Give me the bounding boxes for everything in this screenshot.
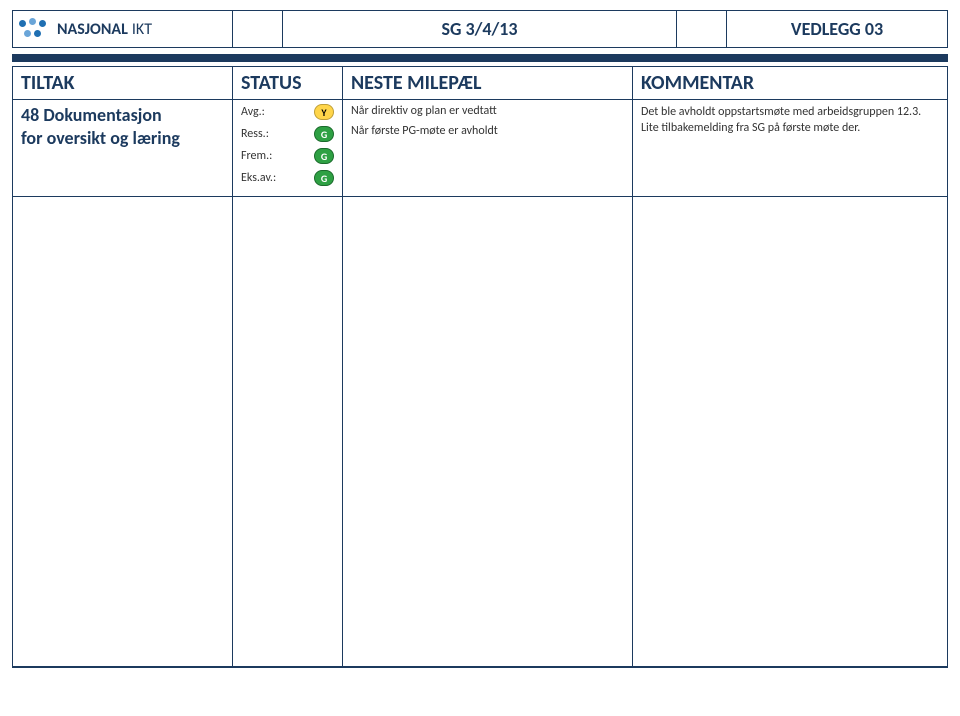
cell-tiltak: 48 Dokumentasjon for oversikt og læring bbox=[13, 100, 233, 197]
status-label: Eks.av.: bbox=[241, 171, 287, 185]
cell-kommentar: Det ble avholdt oppstartsmøte med arbeid… bbox=[633, 100, 947, 197]
status-row-avg: Avg.: Y bbox=[241, 104, 334, 120]
header-logo-cell: NASJONAL IKT bbox=[13, 11, 233, 47]
header-row: NASJONAL IKT SG 3/4/13 VEDLEGG 03 bbox=[12, 10, 948, 48]
tiltak-line-2: for oversikt og læring bbox=[21, 127, 224, 150]
status-label: Ress.: bbox=[241, 127, 287, 141]
empty-cell bbox=[233, 197, 343, 667]
status-badge: G bbox=[314, 126, 334, 142]
th-milepael: NESTE MILEPÆL bbox=[343, 67, 633, 100]
milepael-item: Når direktiv og plan er vedtatt bbox=[351, 104, 624, 118]
empty-cell bbox=[633, 197, 947, 667]
header-spacer-1 bbox=[233, 11, 283, 47]
status-row-ress: Ress.: G bbox=[241, 126, 334, 142]
main-table: TILTAK STATUS NESTE MILEPÆL KOMMENTAR 48… bbox=[12, 66, 948, 668]
table-empty-row bbox=[13, 197, 947, 667]
logo-main: NASJONAL bbox=[57, 20, 128, 39]
empty-cell bbox=[343, 197, 633, 667]
table-header-row: TILTAK STATUS NESTE MILEPÆL KOMMENTAR bbox=[13, 67, 947, 100]
header-right-text: VEDLEGG 03 bbox=[791, 18, 883, 40]
header-spacer-2 bbox=[677, 11, 727, 47]
status-badge: G bbox=[314, 170, 334, 186]
status-label: Frem.: bbox=[241, 149, 287, 163]
status-badge: G bbox=[314, 148, 334, 164]
header-center-text: SG 3/4/13 bbox=[441, 18, 517, 40]
status-label: Avg.: bbox=[241, 105, 287, 119]
logo-dots-icon bbox=[19, 18, 51, 40]
tiltak-line-1: 48 Dokumentasjon bbox=[21, 104, 224, 127]
th-tiltak: TILTAK bbox=[13, 67, 233, 100]
empty-cell bbox=[13, 197, 233, 667]
cell-milepael: Når direktiv og plan er vedtatt Når førs… bbox=[343, 100, 633, 197]
header-divider bbox=[12, 54, 948, 62]
header-center: SG 3/4/13 bbox=[283, 11, 677, 47]
table-row: 48 Dokumentasjon for oversikt og læring … bbox=[13, 100, 947, 197]
th-status: STATUS bbox=[233, 67, 343, 100]
th-kommentar: KOMMENTAR bbox=[633, 67, 947, 100]
logo-text: NASJONAL IKT bbox=[57, 20, 152, 39]
cell-status: Avg.: Y Ress.: G Frem.: G Eks.av.: G bbox=[233, 100, 343, 197]
logo-sub: IKT bbox=[132, 20, 152, 39]
kommentar-text: Det ble avholdt oppstartsmøte med arbeid… bbox=[641, 104, 939, 136]
status-row-frem: Frem.: G bbox=[241, 148, 334, 164]
status-badge: Y bbox=[314, 104, 334, 120]
logo: NASJONAL IKT bbox=[19, 18, 152, 40]
status-row-eksav: Eks.av.: G bbox=[241, 170, 334, 186]
header-right: VEDLEGG 03 bbox=[727, 11, 947, 47]
milepael-item: Når første PG-møte er avholdt bbox=[351, 124, 624, 138]
